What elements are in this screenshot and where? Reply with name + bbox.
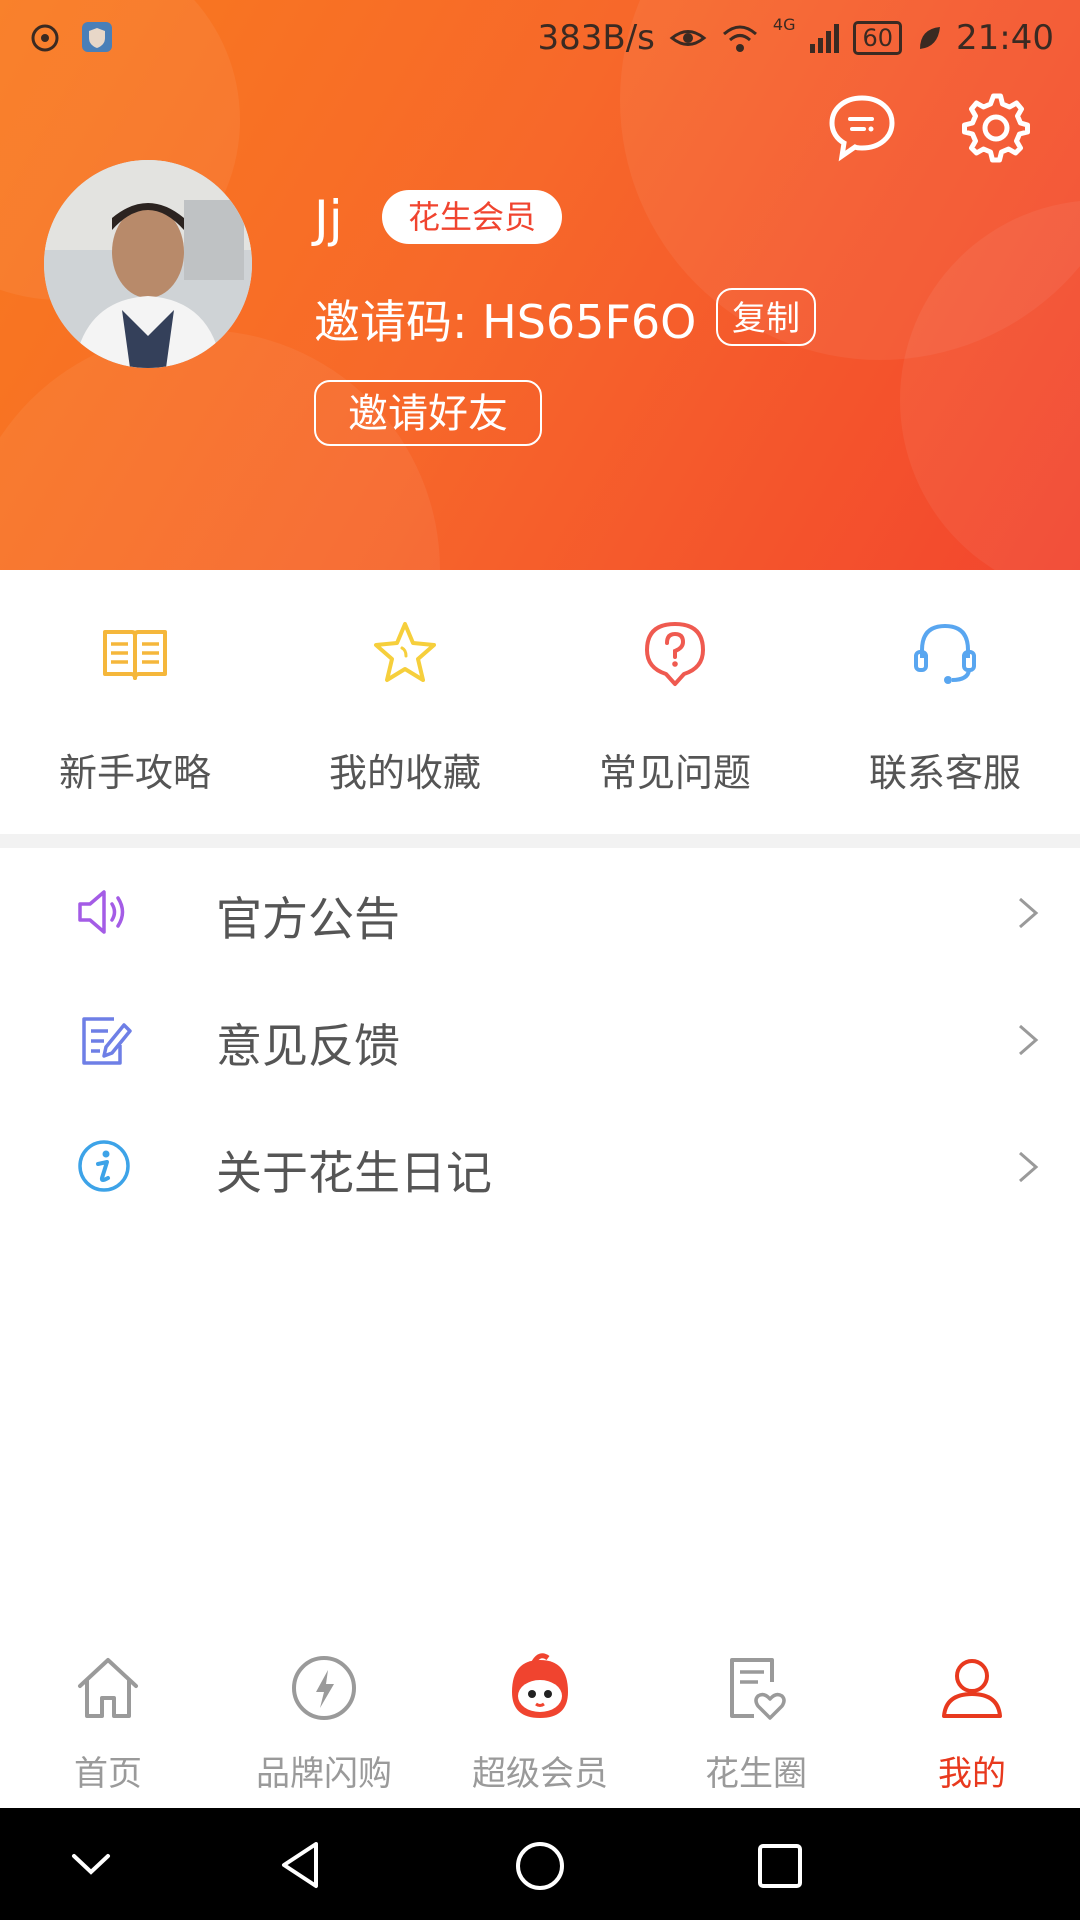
menu-item-label: 官方公告: [216, 892, 400, 946]
tab-peanut-circle[interactable]: 花生圈: [648, 1632, 864, 1808]
section-divider: [0, 834, 1080, 848]
chevron-right-icon: [1019, 1151, 1039, 1183]
settings-gear-icon[interactable]: [960, 92, 1032, 164]
user-icon: [942, 1659, 1002, 1718]
battery-indicator: 60: [853, 21, 903, 55]
quick-action-label: 常见问题: [598, 751, 751, 795]
net-speed: 383B/s: [537, 18, 655, 58]
battery-level: 60: [862, 24, 894, 52]
signal-icon: [810, 24, 840, 53]
app-notification-icon: [31, 24, 59, 52]
tab-super-member[interactable]: 超级会员: [432, 1632, 648, 1808]
quick-action-guide[interactable]: 新手攻略: [0, 586, 270, 834]
avatar[interactable]: [44, 160, 252, 368]
quick-action-label: 新手攻略: [58, 751, 211, 795]
quick-action-label: 联系客服: [868, 751, 1021, 795]
leaf-icon: [920, 27, 941, 49]
avatar-photo: [44, 160, 252, 368]
quick-actions: 新手攻略 我的收藏 常见问题 联系客服: [0, 586, 1080, 834]
question-icon: [645, 622, 705, 686]
chevron-right-icon: [1019, 897, 1039, 929]
feedback-icon: [82, 1017, 132, 1065]
quick-action-favorites[interactable]: 我的收藏: [270, 586, 540, 834]
copy-button[interactable]: 复制: [716, 288, 816, 346]
book-icon: [103, 630, 167, 680]
back-icon[interactable]: [276, 1840, 326, 1890]
tab-mine[interactable]: 我的: [864, 1632, 1080, 1808]
tab-label: 花生圈: [705, 1754, 807, 1794]
speaker-icon: [78, 890, 125, 934]
member-badge[interactable]: 花生会员: [382, 190, 563, 244]
headset-icon: [914, 623, 976, 684]
star-icon: [374, 622, 436, 682]
quick-action-customer-service[interactable]: 联系客服: [810, 586, 1080, 834]
menu-item-about[interactable]: 关于花生日记: [0, 1103, 1080, 1229]
mascot-icon: [512, 1653, 568, 1718]
home-icon: [78, 1658, 138, 1718]
eye-icon: [669, 30, 707, 46]
menu-item-announcements[interactable]: 官方公告: [0, 849, 1080, 975]
status-bar: 383B/s 4G 60 21:40: [0, 14, 1080, 64]
bottom-tab-bar: 首页 品牌闪购 超级会员 花生圈 我的: [0, 1632, 1080, 1808]
profile-header: 383B/s 4G 60 21:40 Jj 花生会员 邀请码: HS65F6O …: [0, 0, 1080, 570]
header-decoration: [0, 330, 440, 570]
tab-label: 超级会员: [472, 1754, 608, 1794]
tab-brand-flash-sale[interactable]: 品牌闪购: [216, 1632, 432, 1808]
invite-code: 邀请码: HS65F6O: [314, 295, 697, 349]
network-type: 4G: [772, 14, 796, 34]
collapse-chevron-icon[interactable]: [68, 1846, 114, 1882]
system-navigation-bar: [0, 1808, 1080, 1920]
wifi-icon: [722, 25, 757, 52]
heart-note-icon: [730, 1658, 786, 1720]
menu-item-feedback[interactable]: 意见反馈: [0, 976, 1080, 1102]
lightning-icon: [292, 1656, 356, 1720]
menu-item-label: 意见反馈: [216, 1019, 400, 1073]
chevron-right-icon: [1019, 1024, 1039, 1056]
menu-item-label: 关于花生日记: [216, 1146, 492, 1200]
tab-home[interactable]: 首页: [0, 1632, 216, 1808]
tab-label: 品牌闪购: [256, 1754, 392, 1794]
shield-icon: [82, 22, 112, 52]
home-circle-icon[interactable]: [514, 1840, 566, 1892]
recents-icon[interactable]: [756, 1842, 804, 1890]
quick-action-faq[interactable]: 常见问题: [540, 586, 810, 834]
tab-label: 我的: [938, 1754, 1006, 1794]
tab-label: 首页: [74, 1754, 142, 1794]
message-icon[interactable]: [826, 92, 898, 164]
quick-action-label: 我的收藏: [328, 751, 481, 795]
invite-friends-button[interactable]: 邀请好友: [314, 380, 542, 446]
info-icon: [78, 1140, 130, 1192]
username: Jj: [314, 190, 343, 248]
clock: 21:40: [956, 18, 1054, 58]
